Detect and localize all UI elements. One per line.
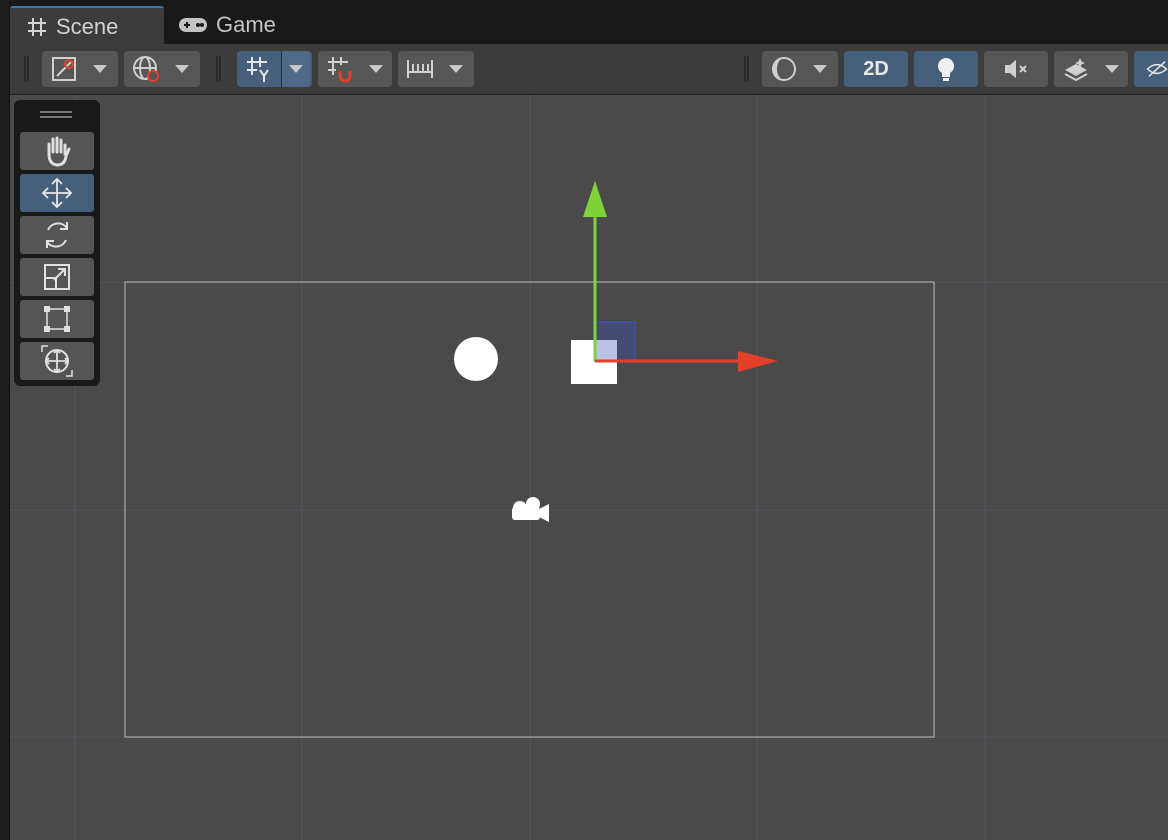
rect-tool[interactable] (20, 300, 94, 338)
hand-tool[interactable] (20, 132, 94, 170)
effects-layers-icon (1064, 58, 1088, 82)
chevron-down-icon[interactable] (442, 51, 470, 87)
grid-snapping-button[interactable] (318, 51, 392, 87)
chevron-down-icon[interactable] (281, 51, 310, 87)
tab-scene-label: Scene (56, 14, 119, 39)
toolbar-grip[interactable] (216, 56, 221, 82)
gizmo-x-arrow[interactable] (738, 351, 778, 372)
toolbar-grip[interactable] (24, 56, 29, 82)
sphere-icon (772, 57, 796, 81)
toolbar-grip[interactable] (744, 56, 749, 82)
tab-game[interactable]: Game (168, 6, 308, 44)
camera-gizmo-icon[interactable] (512, 497, 549, 522)
chevron-down-icon[interactable] (86, 51, 114, 87)
transform-tool[interactable] (20, 342, 94, 380)
globe-icon (133, 56, 159, 82)
grid-hash-icon (28, 18, 46, 36)
tab-bar: Scene Game (0, 0, 1168, 46)
effects-button[interactable] (1054, 51, 1128, 87)
audio-mute-icon (1005, 60, 1027, 78)
render-mode-button[interactable] (762, 51, 838, 87)
lighting-button[interactable] (914, 51, 978, 87)
scale-tool[interactable] (20, 258, 94, 296)
grid-visibility-button[interactable] (237, 51, 312, 87)
scale-icon (44, 264, 70, 290)
chevron-down-icon[interactable] (806, 51, 834, 87)
lightbulb-icon (938, 58, 954, 81)
move-arrows-icon (41, 177, 73, 209)
audio-button[interactable] (984, 51, 1048, 87)
grid-snap-icon (328, 57, 352, 83)
gamepad-icon (179, 18, 207, 32)
toggle-2d-button[interactable]: 2D (844, 51, 908, 87)
draw-mode-icon (52, 57, 76, 81)
draw-mode-button[interactable] (42, 51, 118, 87)
increment-snapping-button[interactable] (398, 51, 474, 87)
tab-game-label: Game (216, 12, 276, 37)
toggle-2d-label: 2D (863, 57, 889, 80)
move-gizmo[interactable] (583, 181, 778, 372)
scene-grid (10, 95, 1168, 840)
circle-sprite[interactable] (454, 337, 498, 381)
window-left-edge (0, 0, 10, 840)
global-local-button[interactable] (124, 51, 200, 87)
rect-transform-icon (44, 306, 70, 332)
rotate-tool[interactable] (20, 216, 94, 254)
rotate-icon (46, 222, 68, 248)
ruler-icon (407, 60, 433, 78)
eye-slash-icon (1146, 61, 1168, 77)
tab-scene[interactable]: Scene (10, 6, 164, 46)
scene-view[interactable] (10, 95, 1168, 840)
hidden-objects-button[interactable] (1134, 51, 1168, 87)
gizmo-y-arrow[interactable] (583, 181, 607, 217)
hand-icon (47, 136, 71, 167)
chevron-down-icon[interactable] (168, 51, 196, 87)
grid-y-icon (247, 57, 269, 82)
gizmo-xy-plane-handle[interactable] (594, 321, 636, 362)
tool-palette (14, 100, 100, 386)
transform-icon (41, 345, 73, 377)
chevron-down-icon[interactable] (1098, 51, 1126, 87)
scene-toolbar: 2D (0, 44, 1168, 95)
chevron-down-icon[interactable] (362, 51, 390, 87)
move-tool[interactable] (20, 174, 94, 212)
palette-drag-handle[interactable] (40, 111, 72, 118)
